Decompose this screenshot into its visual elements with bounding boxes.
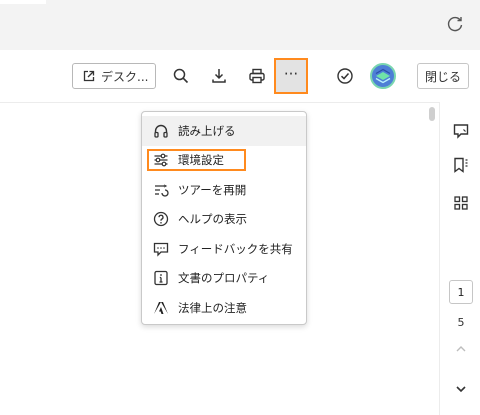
open-external-icon: [83, 70, 95, 82]
current-page-number[interactable]: 1: [449, 280, 473, 304]
feedback-icon: [152, 240, 170, 258]
sliders-icon: [152, 151, 170, 169]
menu-item-legal-notices[interactable]: 法律上の注意: [142, 293, 306, 323]
info-icon: [152, 269, 170, 287]
bookmark-list-icon[interactable]: [449, 153, 473, 177]
open-desktop-button[interactable]: デスク...: [72, 63, 156, 89]
ai-assistant-icon: [370, 63, 396, 89]
download-button[interactable]: [206, 63, 232, 89]
ai-assistant-button[interactable]: [367, 60, 399, 92]
menu-item-preferences[interactable]: 環境設定: [142, 146, 306, 176]
open-desktop-label: デスク...: [101, 69, 149, 84]
close-button[interactable]: 閉じる: [417, 63, 469, 89]
scrollbar-thumb[interactable]: [429, 107, 435, 121]
help-icon: [152, 210, 170, 228]
browser-top-bar: [0, 0, 480, 50]
document-toolbar: デスク... ··· 閉じる: [0, 50, 480, 103]
right-side-rail: 1 5: [439, 102, 480, 415]
more-options-menu: 読み上げる 環境設定 ツアーを再開 ヘルプの表示 フィードバックを共有 文書のプ…: [141, 111, 307, 325]
search-button[interactable]: [168, 63, 194, 89]
menu-item-label: 読み上げる: [178, 123, 236, 138]
fill-sign-button[interactable]: [332, 63, 358, 89]
reload-icon[interactable]: [444, 13, 466, 35]
menu-item-read-aloud[interactable]: 読み上げる: [142, 116, 306, 146]
menu-item-show-help[interactable]: ヘルプの表示: [142, 205, 306, 235]
adobe-icon: [152, 299, 170, 317]
menu-item-label: 法律上の注意: [178, 300, 247, 315]
more-options-label: ···: [283, 65, 299, 83]
menu-item-label: フィードバックを共有: [178, 241, 293, 256]
download-icon: [210, 67, 228, 85]
thumbnails-grid-icon[interactable]: [449, 191, 473, 215]
total-pages: 5: [457, 316, 465, 329]
more-options-button[interactable]: ···: [274, 58, 308, 94]
search-icon: [172, 67, 190, 85]
tour-icon: [152, 181, 170, 199]
menu-item-label: 文書のプロパティ: [178, 271, 270, 286]
menu-item-label: 環境設定: [178, 153, 224, 168]
checkmark-circle-icon: [336, 67, 354, 85]
tab-stub: [0, 0, 46, 4]
menu-item-label: ツアーを再開: [178, 182, 247, 197]
previous-page-chevron-up-icon[interactable]: [449, 344, 473, 360]
printer-icon: [248, 67, 266, 85]
comment-icon[interactable]: [449, 119, 473, 143]
print-button[interactable]: [244, 63, 270, 89]
menu-item-document-properties[interactable]: 文書のプロパティ: [142, 264, 306, 294]
menu-item-share-feedback[interactable]: フィードバックを共有: [142, 234, 306, 264]
menu-item-label: ヘルプの表示: [178, 212, 247, 227]
menu-item-restart-tour[interactable]: ツアーを再開: [142, 175, 306, 205]
headphones-icon: [152, 122, 170, 140]
next-page-chevron-down-icon[interactable]: [449, 384, 473, 400]
